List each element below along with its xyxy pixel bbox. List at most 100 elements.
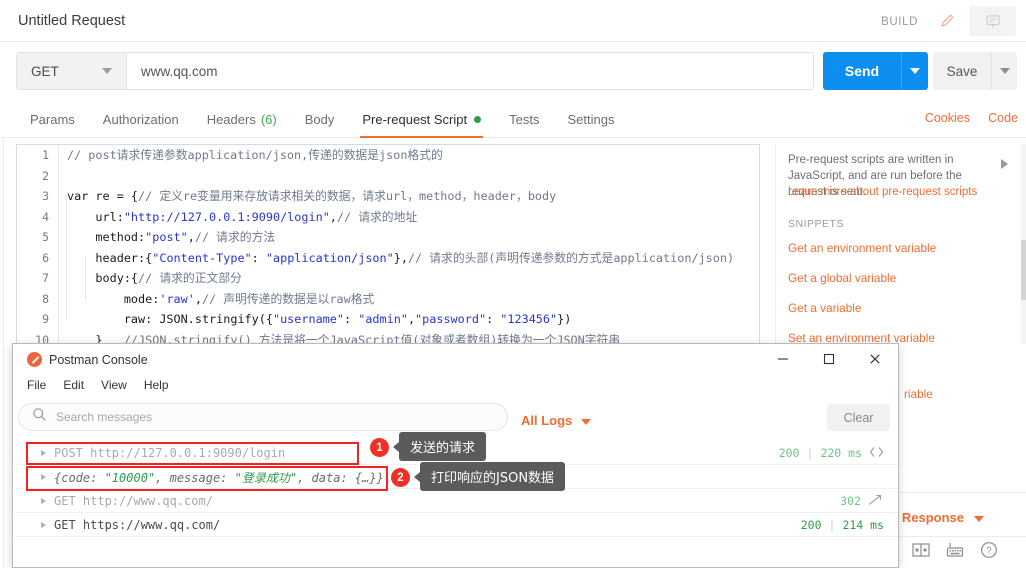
clear-logs-button[interactable]: Clear [827,404,890,431]
highlight-box-response [26,466,388,491]
log-status-code: 200 [800,518,822,532]
code-brackets-icon[interactable] [869,446,884,461]
log-entry-text: GET https://www.qq.com/ [54,518,221,532]
tab-params[interactable]: Params [16,100,89,138]
script-present-dot-icon [474,115,482,123]
meta-separator: | [828,518,836,532]
log-entry-text: GET http://www.qq.com/ [54,494,213,508]
svg-text:?: ? [986,546,991,557]
log-row[interactable]: GET https://www.qq.com/ 200 | 214 ms [13,514,898,537]
redirect-arrow-icon[interactable] [868,494,884,509]
window-controls [760,344,898,374]
pre-request-script-editor[interactable]: 1 2 3 4 5 6 7 8 9 10 11 // post请求传递参数app… [16,144,760,345]
editor-indent-guide [85,257,86,299]
send-options-button[interactable] [901,52,928,90]
code-line: mode:'raw',// 声明传递的数据是以raw格式 [67,291,375,306]
log-row[interactable]: GET http://www.qq.com/ 302 [13,490,898,513]
console-search-input[interactable]: Search messages [18,403,508,431]
console-title-bar[interactable]: Postman Console [13,344,898,374]
log-filter-dropdown[interactable]: All Logs [521,413,572,428]
log-duration: 214 ms [842,518,884,532]
line-number: 7 [42,271,49,285]
expand-arrow-icon[interactable] [41,498,46,504]
console-menu-bar: File Edit View Help [27,378,169,392]
learn-more-link[interactable]: Learn more about pre-request scripts [788,186,977,198]
line-number: 4 [42,209,49,224]
send-button[interactable]: Send [823,52,901,90]
editor-line-number-gutter: 1 2 3 4 5 6 7 8 9 10 11 [17,145,59,344]
log-status-code: 302 [840,494,861,508]
chevron-down-icon[interactable] [581,419,591,425]
response-divider [900,492,1026,493]
editor-scrollbar-thumb[interactable] [1021,240,1026,300]
chevron-down-icon [102,68,112,74]
url-bar-row: GET www.qq.com Send Save [0,42,1026,100]
highlight-box-request [26,442,359,465]
cookies-link[interactable]: Cookies [925,111,970,125]
tab-pre-request-script[interactable]: Pre-request Script [348,100,495,138]
line-number: 1 [42,148,49,162]
split-pane-icon[interactable] [912,543,930,562]
code-comment: // post请求传递参数application/json,传递的数据是json… [67,148,443,162]
tab-label: Params [30,111,75,127]
line-number: 5 [42,230,49,244]
chevron-down-icon[interactable] [974,516,984,522]
menu-item-file[interactable]: File [27,378,46,392]
snippet-set-global-variable-partial[interactable]: riable [904,387,933,401]
menu-item-help[interactable]: Help [144,378,169,392]
annotation-badge-2: 2 [391,468,410,487]
comment-icon[interactable] [970,6,1016,36]
http-method-select[interactable]: GET [16,52,126,90]
save-options-button[interactable] [991,52,1017,90]
annotation-tooltip-1: 发送的请求 [392,432,487,461]
request-title-bar: Untitled Request BUILD [0,0,1026,42]
search-icon [32,407,47,427]
postman-app-window: Untitled Request BUILD GET www.qq.com Se… [0,0,1026,568]
expand-arrow-icon[interactable] [41,522,46,528]
snippets-section-label: SNIPPETS [788,218,844,230]
chevron-down-icon [999,68,1010,74]
chevron-down-icon [910,68,920,74]
collapse-panel-icon[interactable] [1001,159,1008,169]
tab-settings[interactable]: Settings [553,100,628,138]
code-line: var re = {// 定义re变量用来存放请求相关的数据，请求url，met… [67,189,557,203]
terminal-icon[interactable] [946,542,964,563]
tab-headers[interactable]: Headers (6) [193,100,291,138]
snippet-get-environment-variable[interactable]: Get an environment variable [788,241,936,255]
tab-label: Tests [509,111,540,127]
code-line: method:"post",// 请求的方法 [67,230,276,244]
log-duration: 220 ms [820,446,862,460]
maximize-icon[interactable] [806,344,852,374]
line-number: 6 [42,250,49,265]
editor-code-lines[interactable]: // post请求传递参数application/json,传递的数据是json… [67,145,759,344]
snippet-get-variable[interactable]: Get a variable [788,301,861,315]
editor-indent-guide [66,195,67,320]
tab-tests[interactable]: Tests [495,100,553,138]
save-button[interactable]: Save [933,52,991,90]
log-entry-meta: 302 [840,494,884,509]
close-icon[interactable] [852,344,898,374]
annotation-tooltip-2: 打印响应的JSON数据 [413,462,566,491]
postman-logo-icon [27,352,42,367]
tab-body[interactable]: Body [291,100,349,138]
build-label: BUILD [881,16,918,28]
line-number: 2 [42,168,49,183]
url-input-value: www.qq.com [141,63,218,79]
code-link[interactable]: Code [988,111,1018,125]
minimize-icon[interactable] [760,344,806,374]
snippet-get-global-variable[interactable]: Get a global variable [788,271,896,285]
url-input[interactable]: www.qq.com [126,52,814,90]
log-status-code: 200 [778,446,800,460]
menu-item-view[interactable]: View [101,378,127,392]
pencil-icon[interactable] [924,6,970,36]
line-number: 8 [42,291,49,306]
code-line: header:{"Content-Type": "application/jso… [67,250,735,265]
line-number: 3 [42,189,49,203]
code-line: raw: JSON.stringify({"username": "admin"… [67,312,572,326]
help-circle-icon[interactable]: ? [980,541,998,564]
tab-authorization[interactable]: Authorization [89,100,193,138]
menu-item-edit[interactable]: Edit [63,378,84,392]
code-line: body:{// 请求的正文部分 [67,271,242,285]
bottom-status-bar: ? [898,536,1026,568]
